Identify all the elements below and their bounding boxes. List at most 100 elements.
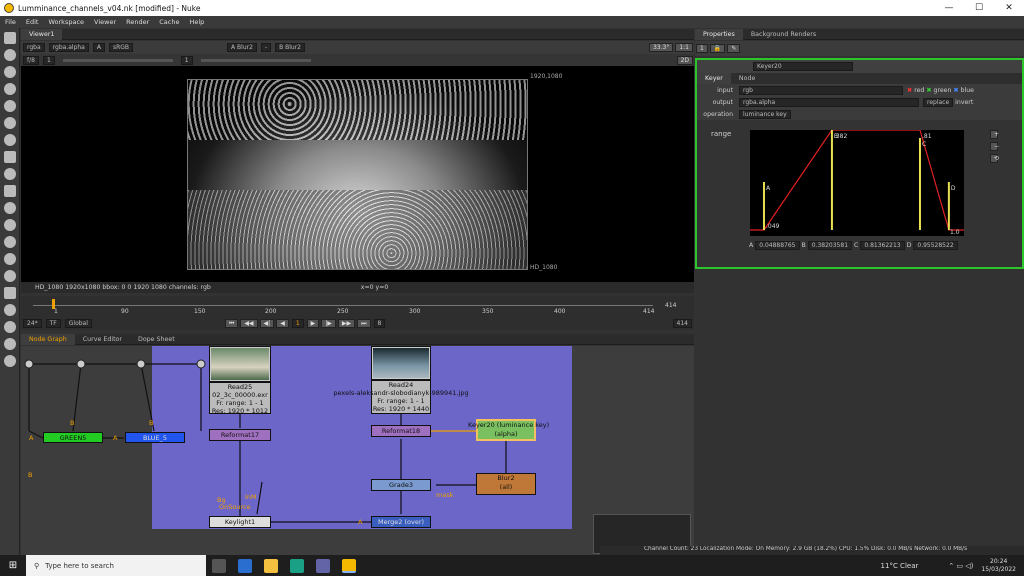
windows-start-icon[interactable]: ⊞: [0, 555, 26, 576]
channels-select[interactable]: rgba: [23, 43, 45, 52]
reset-button[interactable]: ⟲: [990, 154, 999, 163]
b-input-select[interactable]: B Blur2: [275, 43, 305, 52]
menu-viewer[interactable]: Viewer: [89, 18, 121, 26]
explorer-icon[interactable]: [264, 558, 278, 573]
prev-key-button[interactable]: ◀◀: [240, 318, 258, 328]
tab-background-renders[interactable]: Background Renders: [743, 29, 824, 40]
menu-help[interactable]: Help: [184, 18, 209, 26]
nuke-taskbar-icon[interactable]: [342, 558, 356, 573]
operation-select[interactable]: luminance key: [739, 109, 791, 119]
clock[interactable]: 20:24 15/03/2022: [981, 558, 1016, 574]
edge-icon[interactable]: [238, 558, 252, 573]
weather-text[interactable]: 11°C Clear: [881, 562, 919, 570]
tab-properties[interactable]: Properties: [695, 28, 743, 40]
other-tool-icon[interactable]: [4, 287, 16, 299]
menu-edit[interactable]: Edit: [21, 18, 44, 26]
close-button[interactable]: ✕: [994, 0, 1024, 16]
node-green5[interactable]: GREEN5: [43, 432, 103, 443]
lock-icon[interactable]: 🔒: [709, 44, 726, 53]
image-tool-icon[interactable]: [4, 32, 16, 44]
gain-value[interactable]: 1: [42, 55, 55, 65]
red-checkbox[interactable]: red: [914, 87, 924, 94]
menu-file[interactable]: File: [0, 18, 21, 26]
views-tool-icon[interactable]: [4, 236, 16, 248]
node-name-field[interactable]: Keyer20: [753, 62, 853, 71]
viewer-ratio[interactable]: 1:1: [675, 43, 693, 52]
maximize-button[interactable]: ☐: [964, 0, 994, 16]
3d-tool-icon[interactable]: [4, 185, 16, 197]
node-blue5[interactable]: BLUE_5: [125, 432, 185, 443]
properties-count[interactable]: 1: [696, 44, 708, 53]
media-icon[interactable]: [290, 558, 304, 573]
time-tool-icon[interactable]: [4, 66, 16, 78]
play-back-button[interactable]: ◀: [276, 318, 289, 328]
node-grade3[interactable]: Grade3: [371, 479, 431, 491]
keyer-tool-icon[interactable]: [4, 134, 16, 146]
subtab-keyer[interactable]: Keyer: [697, 73, 731, 84]
keylight-tool-icon[interactable]: [4, 355, 16, 367]
menu-workspace[interactable]: Workspace: [43, 18, 89, 26]
subtab-node[interactable]: Node: [731, 73, 763, 84]
input-select[interactable]: rgb: [739, 85, 903, 95]
draw-tool-icon[interactable]: [4, 49, 16, 61]
node-graph-canvas[interactable]: GREEN5 BLUE_5 A A B B B Read25 02_3c_000…: [21, 346, 694, 555]
node-keylight1[interactable]: Keylight1: [209, 516, 271, 528]
fstop-select[interactable]: f/8: [23, 55, 39, 65]
node-blur2[interactable]: Blur2 (all): [476, 473, 536, 495]
a-input-select[interactable]: A Blur2: [227, 43, 257, 52]
node-read25-thumbnail[interactable]: [209, 346, 271, 382]
end-frame-field[interactable]: 414: [672, 318, 692, 328]
particles-tool-icon[interactable]: [4, 202, 16, 214]
add-key-button[interactable]: +: [990, 130, 999, 139]
step-forward-button[interactable]: |▶: [321, 318, 336, 328]
merge-tool-icon[interactable]: [4, 151, 16, 163]
range-curve-editor[interactable]: ABCD.049.382.811.0: [750, 130, 964, 236]
node-merge2[interactable]: Merge2 (over): [371, 516, 431, 528]
green-checkbox[interactable]: green: [934, 87, 952, 94]
fps-select[interactable]: 24*: [23, 318, 42, 328]
current-frame-field[interactable]: 1: [291, 318, 304, 328]
range-c-value[interactable]: 0.81362213: [860, 240, 905, 250]
blue-checkbox[interactable]: blue: [961, 87, 974, 94]
furnace-tool-icon[interactable]: [4, 304, 16, 316]
menu-render[interactable]: Render: [121, 18, 154, 26]
play-button[interactable]: ▶: [306, 318, 320, 328]
range-b-value[interactable]: 0.38203581: [807, 240, 853, 250]
task-view-icon[interactable]: [212, 558, 226, 573]
alpha-channel-select[interactable]: rgba.alpha: [48, 43, 89, 52]
view-mode-select[interactable]: 2D: [676, 55, 693, 65]
paint-icon[interactable]: ✎: [727, 44, 741, 53]
next-key-button[interactable]: ▶▶: [337, 318, 356, 328]
transform-tool-icon[interactable]: [4, 168, 16, 180]
lut-select[interactable]: sRGB: [108, 43, 134, 52]
node-keyer20[interactable]: Keyer20 (luminance key) (alpha): [468, 419, 549, 441]
output-op-select[interactable]: replace: [923, 97, 954, 107]
node-reformat17[interactable]: Reformat17: [209, 429, 271, 441]
plugins-tool-icon[interactable]: [4, 321, 16, 333]
gain-slider[interactable]: [62, 58, 173, 62]
metadata-tool-icon[interactable]: [4, 253, 16, 265]
tab-node-graph[interactable]: Node Graph: [21, 333, 75, 345]
gamma-y-value[interactable]: 1: [180, 55, 193, 65]
increment-field[interactable]: 8: [373, 318, 386, 328]
tray-icons[interactable]: ⌃ ▭ ◁): [948, 562, 973, 570]
display-channel-select[interactable]: A: [92, 43, 105, 52]
tab-dope-sheet[interactable]: Dope Sheet: [130, 334, 183, 345]
taskbar-search[interactable]: ⚲ Type here to search: [26, 555, 206, 576]
node-read24-thumbnail[interactable]: [371, 346, 431, 380]
teams-icon[interactable]: [316, 558, 330, 573]
toolsets-tool-icon[interactable]: [4, 270, 16, 282]
invert-checkbox[interactable]: invert: [955, 99, 973, 106]
node-reformat18[interactable]: Reformat18: [371, 425, 431, 437]
viewer-canvas[interactable]: 1920,1080 HD_1080: [21, 66, 694, 282]
step-back-button[interactable]: ◀|: [259, 318, 275, 328]
range-d-value[interactable]: 0.95528522: [913, 240, 958, 250]
viewer-zoom[interactable]: 33.3°: [648, 43, 674, 52]
timeline[interactable]: 1 90 150 200 250 300 350 400 414 414: [21, 296, 694, 316]
minimize-button[interactable]: —: [934, 0, 964, 16]
menu-cache[interactable]: Cache: [154, 18, 184, 26]
range-a-value[interactable]: 0.04888765: [755, 240, 800, 250]
tf-select[interactable]: TF: [45, 318, 61, 328]
color-tool-icon[interactable]: [4, 100, 16, 112]
tab-viewer1[interactable]: Viewer1: [21, 28, 63, 40]
